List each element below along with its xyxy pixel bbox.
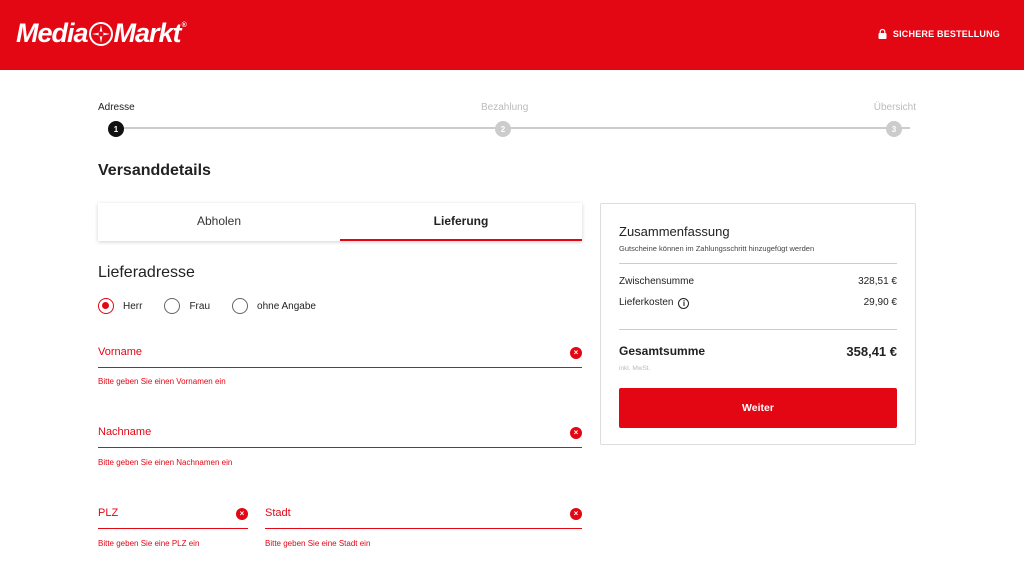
radio-label-frau: Frau — [189, 300, 211, 312]
shipping-cost-value: 29,90 € — [863, 297, 897, 308]
first-name-label: Vorname — [98, 346, 143, 358]
total-label: Gesamtsumme — [619, 344, 706, 358]
radio-circle-frau[interactable] — [164, 298, 181, 314]
step-dot-2: 2 — [495, 121, 511, 137]
postal-code-error: Bitte geben Sie eine PLZ ein — [98, 539, 200, 548]
shipping-cost-row: Lieferkosten i 29,90 € — [619, 297, 897, 309]
last-name-field[interactable]: Nachname × — [98, 426, 582, 448]
error-icon[interactable]: × — [570, 427, 582, 439]
delivery-method-tabs: Abholen Lieferung — [98, 203, 582, 241]
postal-code-label: PLZ — [98, 507, 119, 519]
summary-title: Zusammenfassung — [619, 224, 730, 239]
vat-note: inkl. MwSt. — [619, 365, 651, 372]
progress-line — [116, 127, 910, 129]
last-name-label: Nachname — [98, 426, 152, 438]
city-label: Stadt — [265, 507, 291, 519]
info-icon[interactable]: i — [678, 298, 690, 309]
logo-text-markt: Markt — [113, 18, 182, 48]
radio-label-herr: Herr — [123, 300, 143, 312]
error-icon[interactable]: × — [570, 347, 582, 359]
logo-trademark: ® — [181, 22, 187, 29]
city-error: Bitte geben Sie eine Stadt ein — [265, 539, 371, 548]
delivery-address-heading: Lieferadresse — [98, 264, 195, 281]
site-header: Media Markt ® SICHERE BESTELLUNG — [0, 0, 1024, 70]
total-row: Gesamtsumme 358,41 € — [619, 344, 897, 359]
lock-icon — [878, 29, 887, 39]
error-icon[interactable]: × — [236, 508, 248, 520]
first-name-error: Bitte geben Sie einen Vornamen ein — [98, 377, 226, 386]
secure-order-label: SICHERE BESTELLUNG — [892, 29, 1000, 39]
step-dot-1: 1 — [108, 121, 124, 137]
secure-order-notice: SICHERE BESTELLUNG — [878, 29, 1000, 39]
first-name-field[interactable]: Vorname × — [98, 346, 582, 368]
shipping-cost-label: Lieferkosten — [619, 297, 674, 308]
city-field[interactable]: Stadt × — [265, 507, 582, 529]
logo-text-media: Media — [16, 18, 89, 48]
subtotal-label: Zwischensumme — [619, 276, 695, 287]
subtotal-row: Zwischensumme 328,51 € — [619, 276, 897, 287]
radio-herr[interactable]: Herr — [98, 298, 142, 314]
step-dot-3: 3 — [886, 121, 902, 137]
total-value: 358,41 € — [846, 344, 897, 359]
step-label-uebersicht: Übersicht — [873, 102, 916, 113]
step-label-adresse: Adresse — [98, 102, 135, 113]
radio-frau[interactable]: Frau — [164, 298, 210, 314]
radio-circle-herr[interactable] — [98, 298, 114, 314]
order-summary-card: Zusammenfassung Gutscheine können im Zah… — [600, 203, 916, 445]
tab-abholen[interactable]: Abholen — [98, 203, 340, 241]
tab-lieferung[interactable]: Lieferung — [340, 203, 582, 241]
error-icon[interactable]: × — [570, 508, 582, 520]
logo-spiral-icon — [88, 21, 113, 46]
radio-circle-ohne-angabe[interactable] — [232, 298, 249, 314]
continue-button[interactable]: Weiter — [619, 388, 897, 428]
summary-divider — [619, 263, 897, 264]
salutation-radio-group: Herr Frau ohne Angabe — [98, 298, 316, 314]
radio-ohne-angabe[interactable]: ohne Angabe — [232, 298, 316, 314]
last-name-error: Bitte geben Sie einen Nachnamen ein — [98, 458, 233, 467]
step-label-bezahlung: Bezahlung — [481, 102, 529, 113]
summary-subtitle: Gutscheine können im Zahlungsschritt hin… — [619, 244, 815, 253]
subtotal-value: 328,51 € — [858, 276, 897, 287]
summary-divider — [619, 329, 897, 330]
postal-code-field[interactable]: PLZ × — [98, 507, 248, 529]
mediamarkt-logo[interactable]: Media Markt ® — [16, 18, 187, 49]
radio-label-ohne-angabe: ohne Angabe — [257, 300, 316, 312]
shipping-cost-label-wrap: Lieferkosten i — [619, 297, 690, 309]
checkout-progress: Adresse Bezahlung Übersicht 1 2 3 — [98, 100, 916, 140]
shipping-details-heading: Versanddetails — [98, 162, 211, 179]
